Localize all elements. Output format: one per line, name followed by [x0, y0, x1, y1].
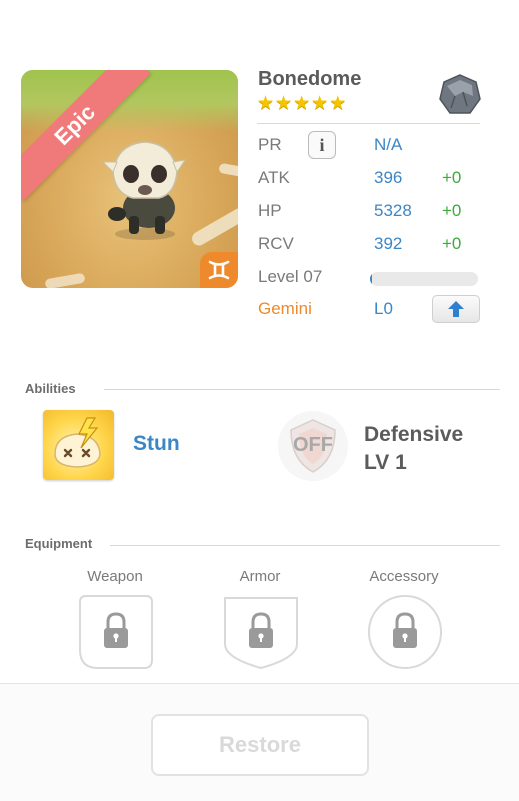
hp-value: 5328	[374, 201, 412, 220]
gemini-icon	[208, 260, 230, 280]
zodiac-badge	[200, 252, 238, 288]
stat-row-rcv: RCV 392 +0	[258, 234, 480, 260]
passive-toggle-label: OFF	[293, 434, 333, 456]
bone-decoration	[189, 205, 238, 249]
star-icon: ★	[275, 93, 293, 114]
level-progress-fill	[370, 272, 373, 286]
star-icon: ★	[329, 93, 347, 114]
equipment-section-title: Equipment	[25, 536, 93, 551]
active-ability-name[interactable]: Stun	[133, 432, 180, 456]
passive-ability-name: Defensive	[364, 423, 464, 446]
stun-ability-icon[interactable]	[43, 410, 114, 480]
rcv-value: 392	[374, 234, 403, 253]
abilities-divider	[104, 389, 500, 390]
weapon-slot-label: Weapon	[87, 568, 143, 585]
stun-icon	[54, 417, 101, 468]
pr-value: N/A	[374, 135, 403, 154]
accessory-slot-label: Accessory	[369, 568, 439, 585]
restore-button[interactable]: Restore	[151, 714, 369, 776]
earth-rock-icon	[439, 74, 481, 114]
rcv-bonus: +0	[442, 234, 462, 253]
atk-bonus: +0	[442, 168, 462, 187]
star-icon: ★	[257, 93, 275, 114]
bone-decoration	[44, 272, 86, 288]
stat-row-atk: ATK 396 +0	[258, 168, 480, 194]
zodiac-upgrade-button[interactable]	[432, 295, 480, 323]
bone-decoration	[218, 162, 238, 178]
stat-row-hp: HP 5328 +0	[258, 201, 480, 227]
star-icon: ★	[311, 93, 329, 114]
monster-portrait[interactable]: Epic	[21, 70, 238, 288]
hp-label: HP	[258, 201, 282, 220]
stat-row-level: Level 07	[258, 267, 480, 293]
stat-row-zodiac: Gemini L0	[258, 295, 480, 325]
monster-name: Bonedome	[258, 68, 362, 90]
hp-bonus: +0	[442, 201, 462, 220]
header-divider	[257, 123, 480, 124]
rcv-label: RCV	[258, 234, 294, 253]
star-rating: ★ ★ ★ ★ ★	[257, 94, 346, 114]
weapon-slot[interactable]	[78, 594, 154, 670]
armor-slot-label: Armor	[239, 568, 281, 585]
zodiac-level-value: L0	[374, 299, 393, 318]
arrow-up-icon	[448, 301, 464, 317]
zodiac-label: Gemini	[258, 299, 312, 318]
info-button[interactable]: i	[308, 131, 336, 159]
accessory-slot[interactable]	[367, 594, 443, 670]
level-label: Level 07	[258, 267, 323, 286]
stat-row-pr: PR i N/A	[258, 131, 480, 161]
pr-label: PR	[258, 135, 282, 154]
level-progress-bar	[370, 272, 478, 286]
atk-label: ATK	[258, 168, 290, 187]
passive-ability-level: LV 1	[364, 451, 407, 474]
passive-ability-toggle[interactable]: OFF	[277, 410, 349, 482]
equipment-divider	[110, 545, 500, 546]
bonedome-creature-image	[101, 141, 187, 240]
abilities-section-title: Abilities	[25, 381, 76, 396]
star-icon: ★	[293, 93, 311, 114]
atk-value: 396	[374, 168, 403, 187]
armor-slot[interactable]	[223, 594, 299, 670]
